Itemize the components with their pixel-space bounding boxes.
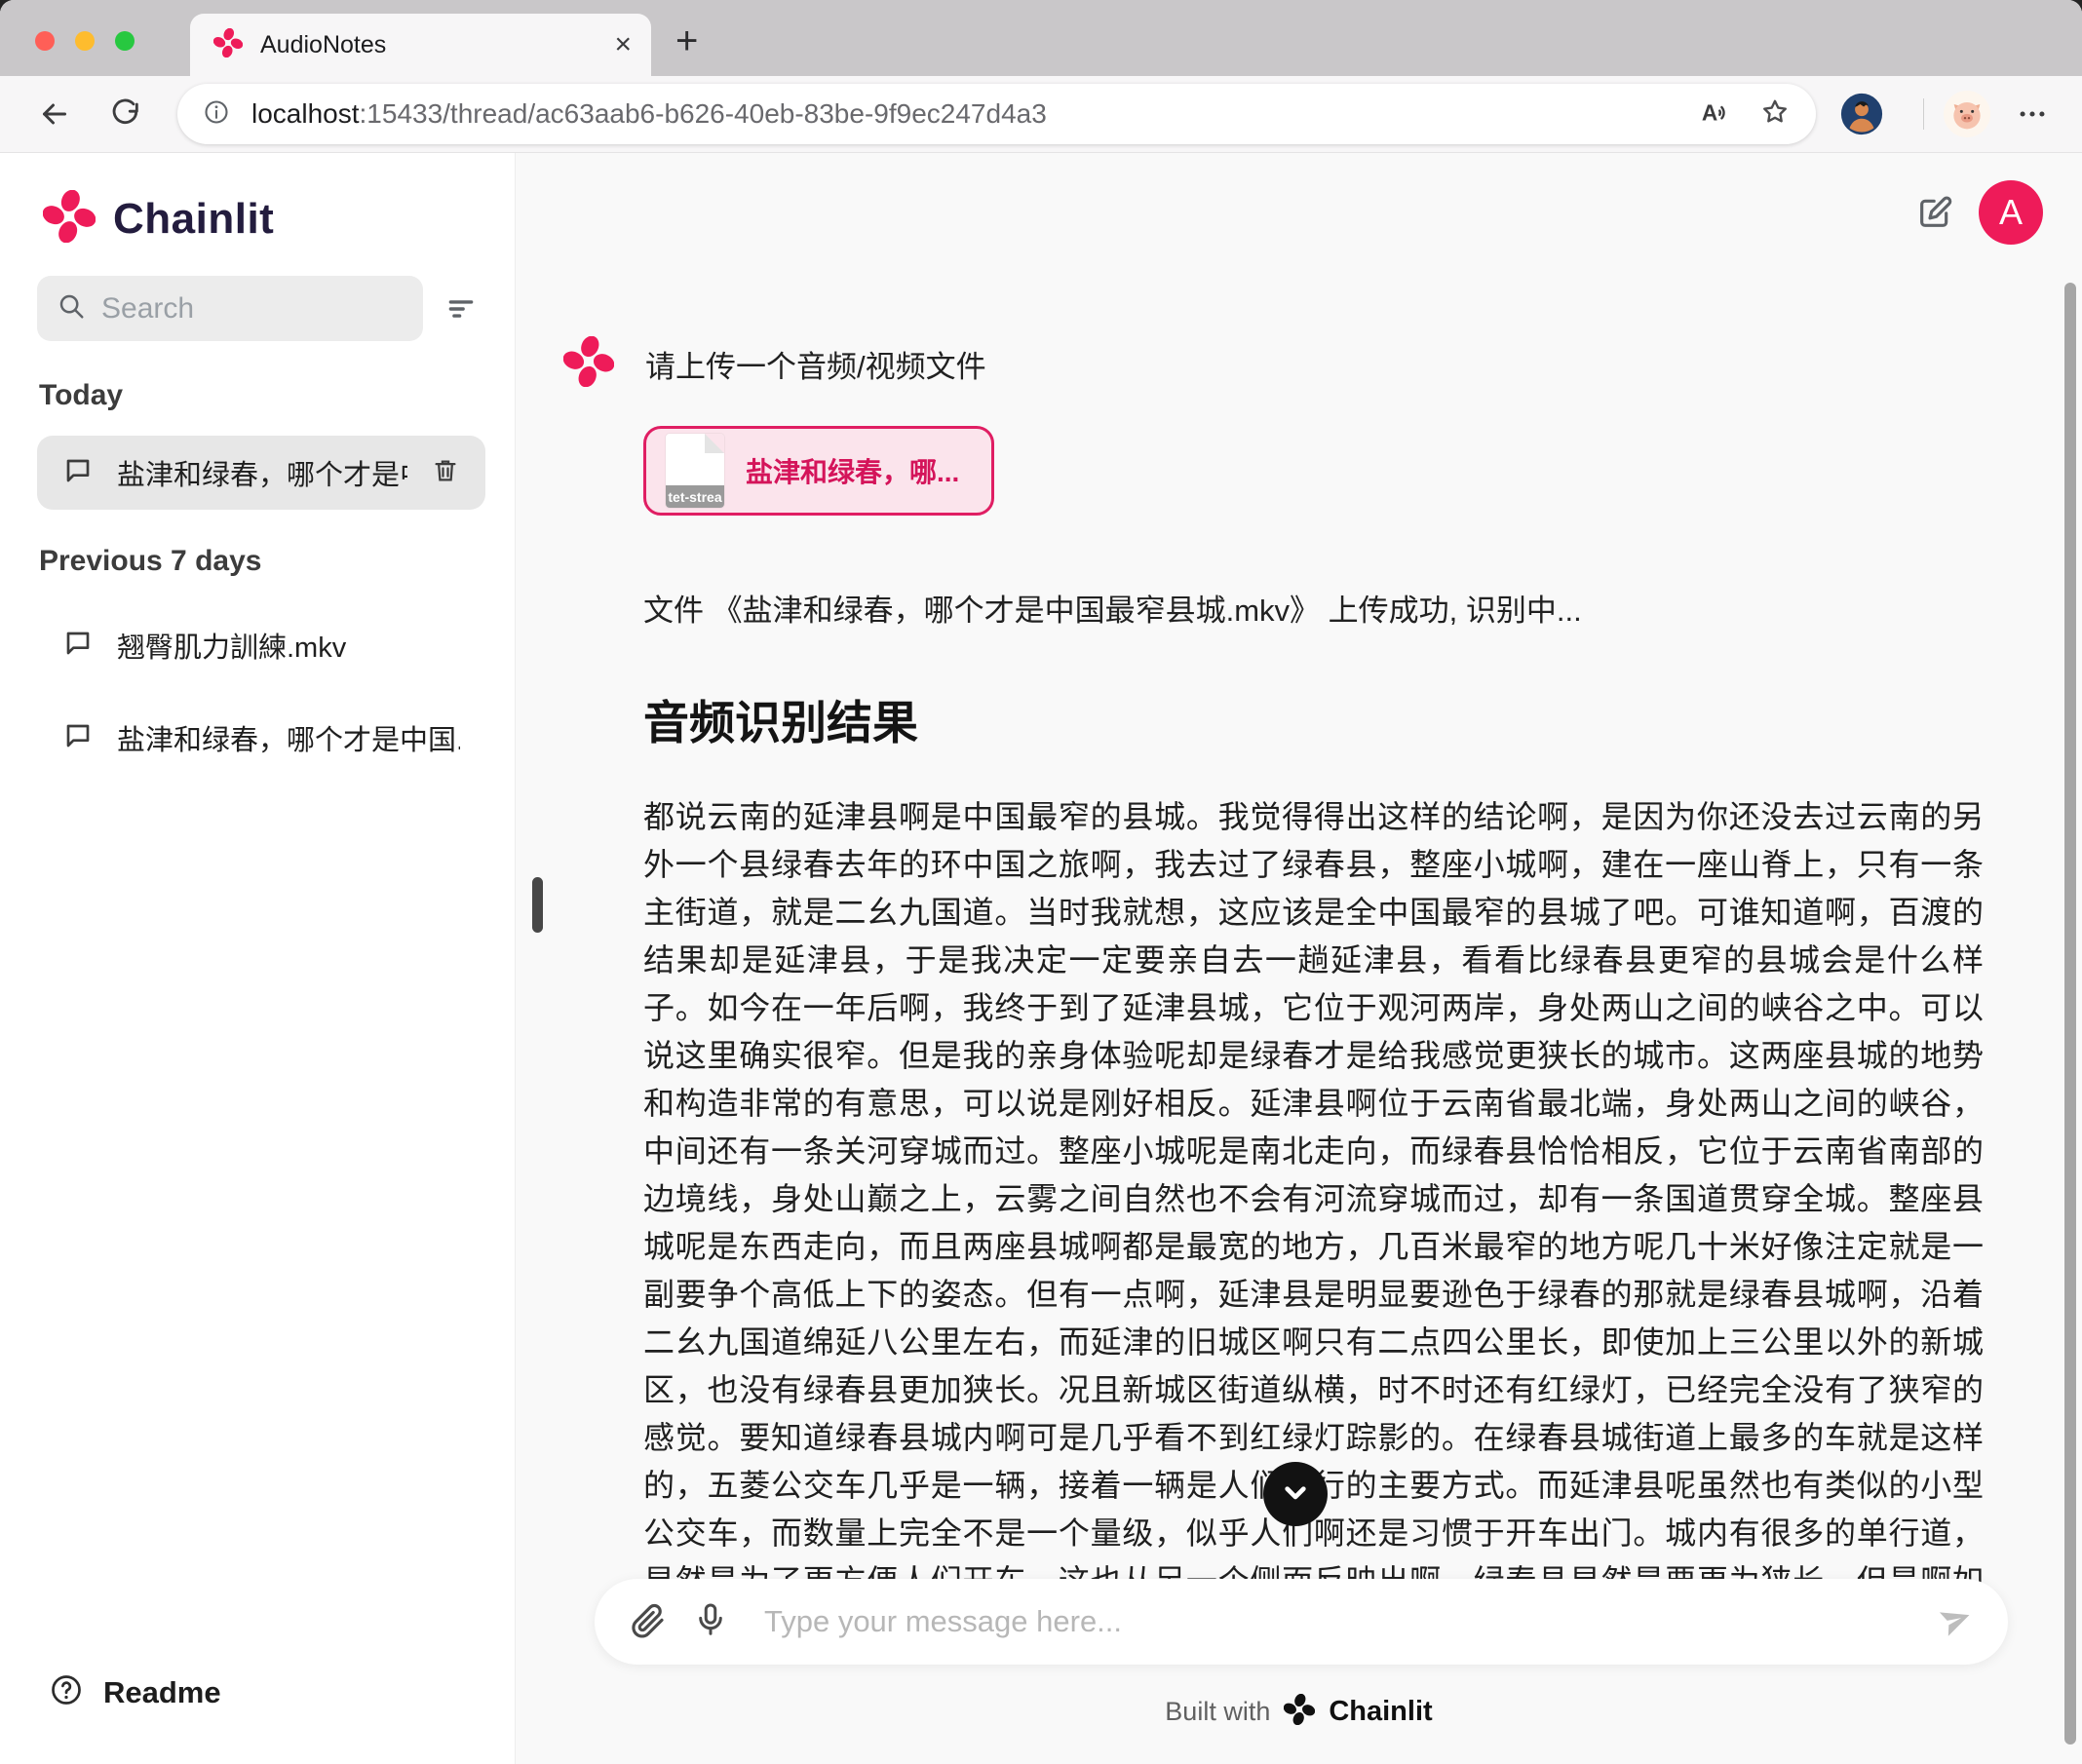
built-with-text: Built with — [1165, 1697, 1271, 1726]
section-label-previous: Previous 7 days — [39, 545, 262, 577]
extension-pig-icon[interactable] — [1944, 91, 1990, 137]
thread-item[interactable]: 盐津和绿春，哪个才是中国... — [37, 701, 485, 775]
thread-item-label: 盐津和绿春，哪个才是中... — [117, 460, 407, 491]
url-text: localhost:15433/thread/ac63aab6-b626-40e… — [251, 98, 1699, 130]
toolbar-divider — [1923, 98, 1924, 130]
thread-item-label: 盐津和绿春，哪个才是中国... — [117, 725, 460, 756]
footer-brand-name: Chainlit — [1329, 1696, 1433, 1727]
minimize-window-button[interactable] — [75, 31, 95, 51]
vertical-scrollbar[interactable] — [2064, 283, 2076, 1745]
file-attachment-card[interactable]: tet-strea 盐津和绿春，哪... — [643, 426, 994, 516]
browser-window: AudioNotes × + localhost:15433/thread/ac… — [0, 0, 2082, 1764]
delete-thread-icon[interactable] — [431, 456, 460, 490]
built-with-footer[interactable]: Built with Chainlit — [516, 1693, 2082, 1730]
close-tab-icon[interactable]: × — [614, 30, 632, 59]
back-icon[interactable] — [37, 96, 72, 132]
sidebar-resize-handle[interactable] — [532, 877, 543, 933]
close-window-button[interactable] — [35, 31, 55, 51]
site-info-icon[interactable] — [203, 98, 230, 131]
chat-bubble-icon — [62, 720, 94, 756]
readme-link[interactable]: Readme — [49, 1672, 221, 1712]
message-input[interactable] — [764, 1604, 1912, 1639]
zoom-window-button[interactable] — [115, 31, 135, 51]
result-heading: 音频识别结果 — [643, 697, 918, 748]
assistant-avatar-icon — [562, 335, 615, 392]
search-input[interactable] — [101, 291, 394, 326]
chevron-down-icon — [1276, 1473, 1315, 1516]
url-host: localhost — [251, 98, 360, 129]
thread-item-label: 翘臀肌力訓練.mkv — [117, 633, 347, 664]
send-icon[interactable] — [1938, 1601, 1975, 1643]
chat-column: 请上传一个音频/视频文件 tet-strea 盐津和绿春，哪... 文件 《盐津… — [562, 153, 1984, 1653]
browser-profile-avatar[interactable] — [1839, 92, 1884, 136]
address-bar[interactable]: localhost:15433/thread/ac63aab6-b626-40e… — [177, 84, 1816, 144]
new-tab-button[interactable]: + — [675, 19, 698, 63]
app-area: Chainlit Today 盐津和绿春，哪个才是中... — [0, 153, 2082, 1764]
readme-label: Readme — [103, 1674, 221, 1709]
url-path: :15433/thread/ac63aab6-b626-40eb-83be-9f… — [359, 98, 1047, 129]
search-icon — [57, 291, 86, 326]
microphone-icon[interactable] — [692, 1601, 729, 1643]
reload-icon[interactable] — [109, 97, 142, 131]
sidebar: Chainlit Today 盐津和绿春，哪个才是中... — [0, 153, 516, 1764]
file-name: 盐津和绿春，哪... — [746, 457, 960, 487]
user-avatar[interactable]: A — [1979, 180, 2043, 245]
browser-menu-icon[interactable] — [2016, 97, 2049, 131]
traffic-lights — [35, 31, 135, 51]
bot-message: 请上传一个音频/视频文件 — [562, 335, 1984, 392]
chat-main: A 请上传一个音频/视频文件 tet-strea 盐津和绿春，哪... 文件 《… — [516, 153, 2082, 1764]
browser-tab[interactable]: AudioNotes × — [190, 14, 651, 76]
file-fold-corner — [705, 434, 724, 453]
search-box[interactable] — [37, 276, 423, 341]
section-label-today: Today — [39, 379, 124, 411]
scroll-to-bottom-button[interactable] — [1263, 1462, 1328, 1526]
thread-item[interactable]: 翘臀肌力訓練.mkv — [37, 608, 485, 682]
question-circle-icon — [49, 1672, 84, 1712]
user-avatar-letter: A — [1998, 192, 2023, 232]
svg-text:A: A — [1702, 99, 1717, 125]
thread-item-active[interactable]: 盐津和绿春，哪个才是中... — [37, 436, 485, 510]
bot-greeting-text: 请上传一个音频/视频文件 — [645, 350, 986, 384]
chainlit-footer-logo-icon — [1284, 1693, 1316, 1730]
chainlit-favicon-icon — [212, 27, 244, 62]
favorite-star-icon[interactable] — [1759, 96, 1791, 133]
transcript-text: 都说云南的延津县啊是中国最窄的县城。我觉得得出这样的结论啊，是因为你还没去过云南… — [643, 799, 1984, 1646]
brand-row: Chainlit — [42, 189, 275, 248]
browser-toolbar: localhost:15433/thread/ac63aab6-b626-40e… — [0, 76, 2082, 153]
tab-title: AudioNotes — [260, 30, 387, 58]
upload-status-text: 文件 《盐津和绿春，哪个才是中国最窄县城.mkv》 上传成功, 识别中... — [643, 594, 1582, 628]
read-aloud-icon[interactable]: A — [1699, 96, 1732, 134]
chainlit-logo-icon — [42, 189, 96, 248]
brand-name: Chainlit — [113, 194, 275, 243]
tab-strip: AudioNotes × + — [0, 0, 2082, 76]
message-composer[interactable] — [595, 1579, 2008, 1665]
filter-icon[interactable] — [444, 292, 478, 326]
file-mime-label: tet-strea — [666, 485, 724, 508]
attach-file-icon[interactable] — [628, 1600, 667, 1644]
chat-bubble-icon — [62, 455, 94, 491]
file-icon: tet-strea — [666, 434, 724, 508]
chat-bubble-icon — [62, 628, 94, 664]
